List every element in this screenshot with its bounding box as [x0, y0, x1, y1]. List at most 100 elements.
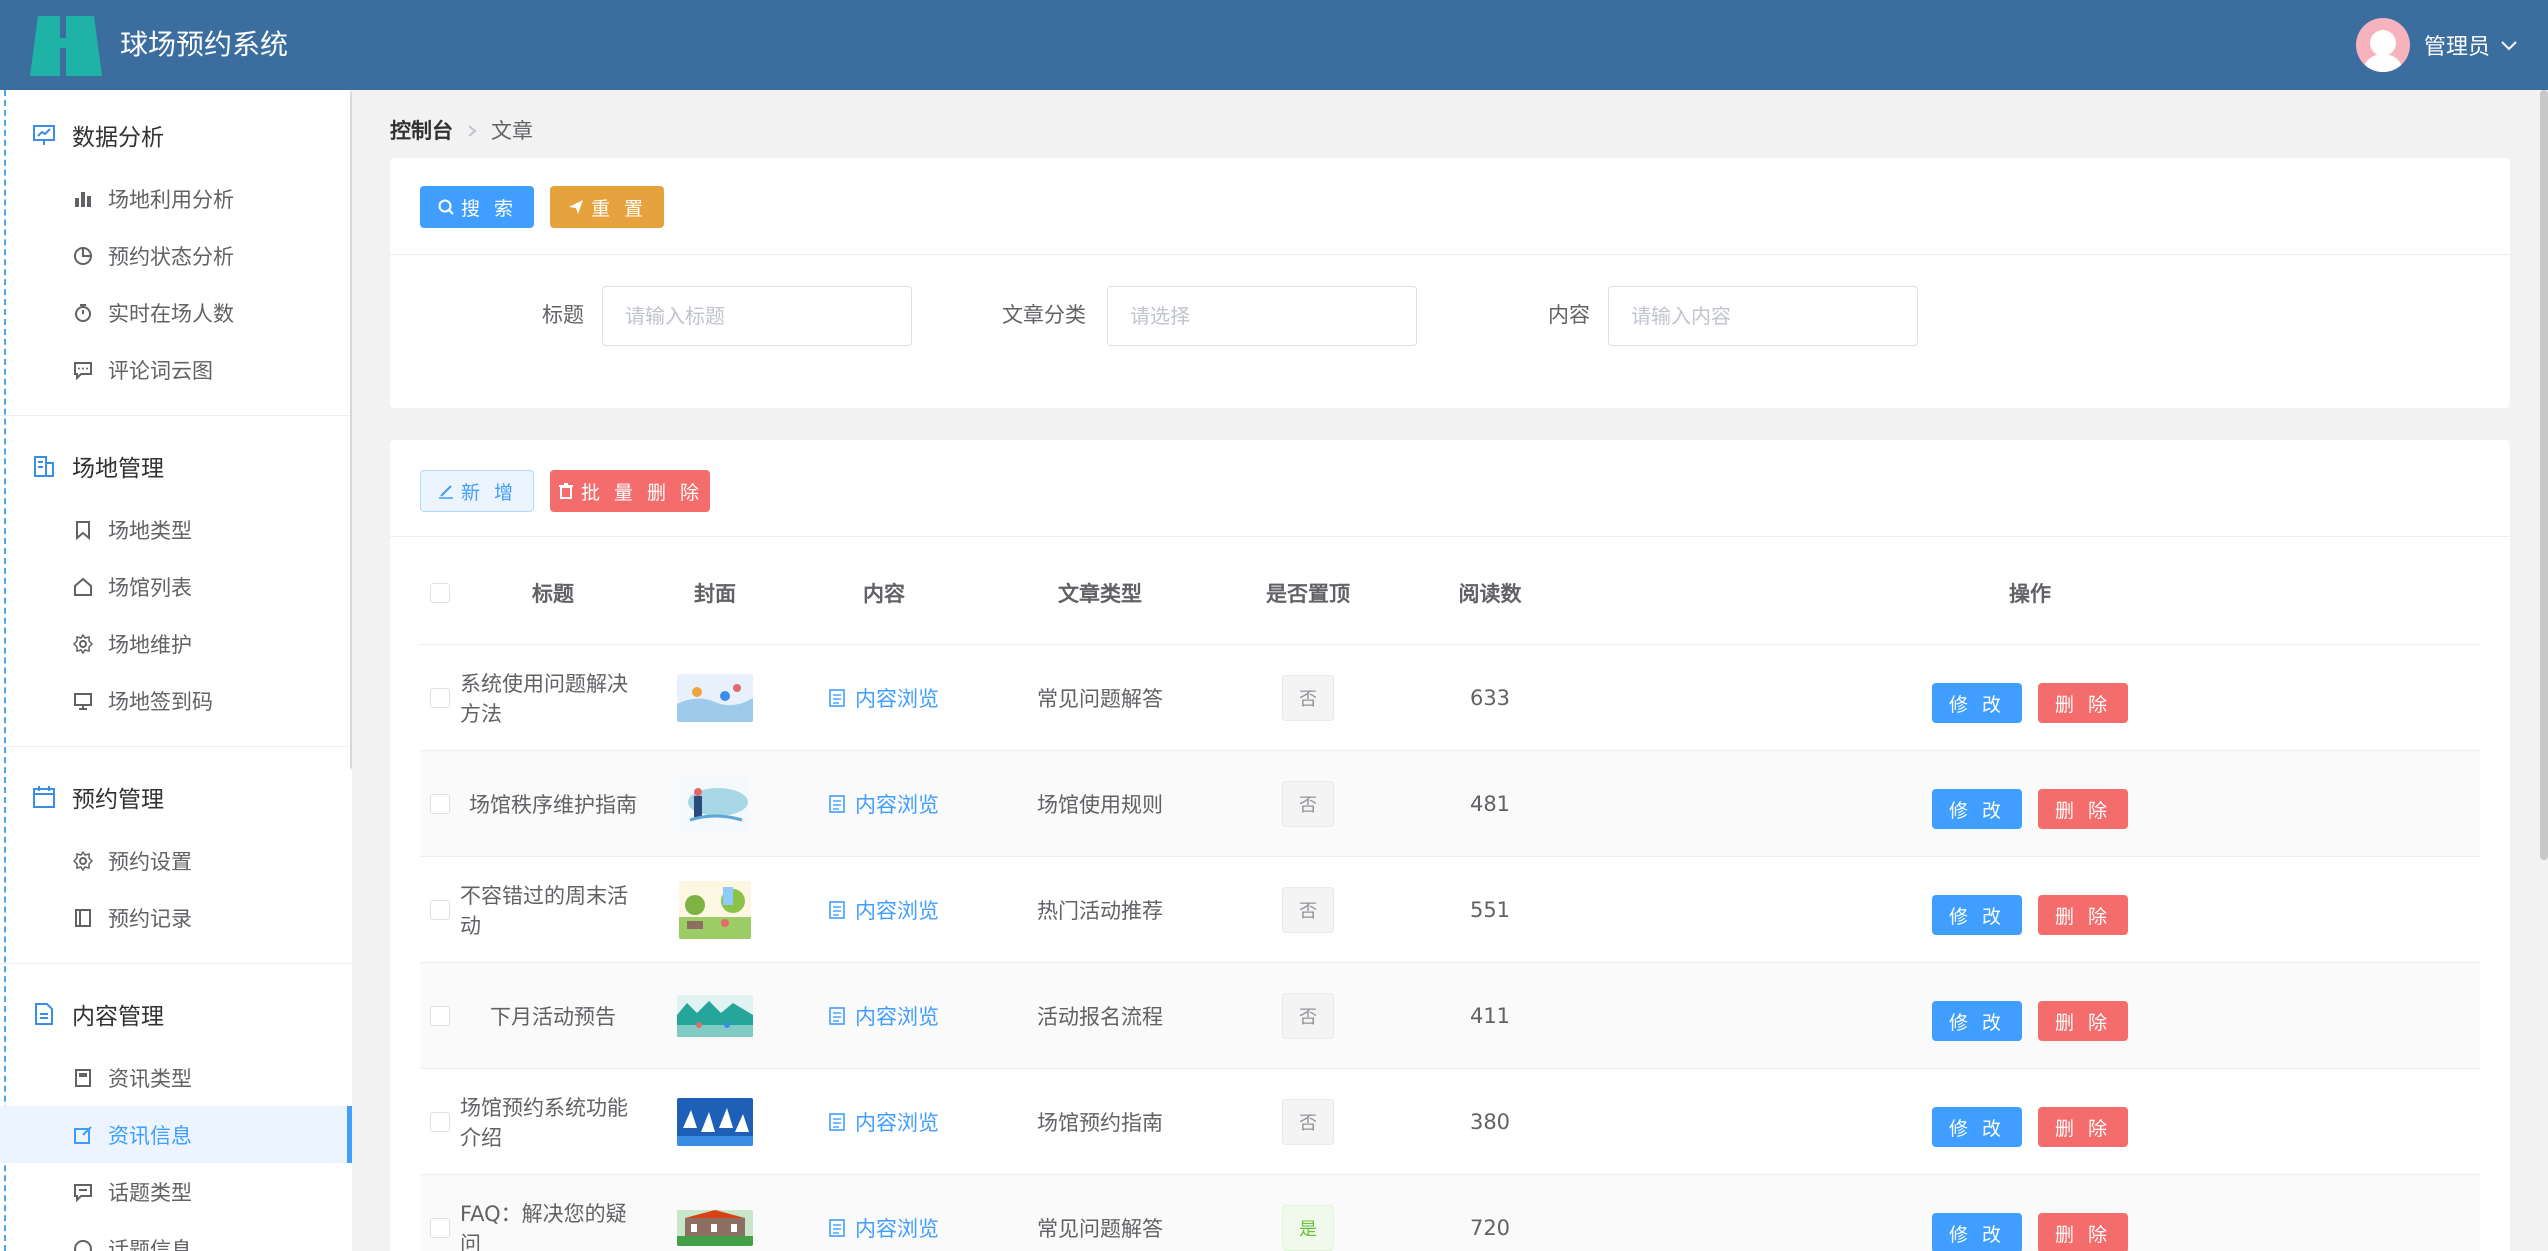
document-icon	[829, 1007, 845, 1025]
cover-image[interactable]	[677, 674, 753, 722]
table-card: 新 增 批 量 删 除 标题 封面 内容 文章类型 是否置顶 阅读数 操作 系统…	[390, 440, 2510, 1251]
reset-button-label: 重 置	[590, 197, 648, 220]
delete-button[interactable]: 删 除	[2038, 683, 2128, 723]
cover-image[interactable]	[680, 776, 750, 832]
batch-delete-button-label: 批 量 删 除	[580, 481, 704, 504]
sidebar-scrollbar[interactable]	[350, 90, 352, 770]
sidebar-item-booking-settings[interactable]: 预约设置	[0, 832, 352, 889]
sidebar-group-title[interactable]: 内容管理	[0, 979, 352, 1049]
content-view-link[interactable]: 内容浏览	[829, 1213, 939, 1243]
user-name[interactable]: 管理员	[2424, 29, 2490, 61]
content-view-link[interactable]: 内容浏览	[829, 1107, 939, 1137]
title-filter-input[interactable]	[602, 286, 912, 346]
sidebar-item-word-cloud[interactable]: 评论词云图	[0, 341, 352, 398]
sidebar-item-realtime-count[interactable]: 实时在场人数	[0, 284, 352, 341]
top-status-badge: 否	[1282, 1099, 1334, 1145]
sidebar-item-booking-records[interactable]: 预约记录	[0, 889, 352, 946]
delete-button[interactable]: 删 除	[2038, 1213, 2128, 1251]
title-filter-label: 标题	[542, 303, 584, 327]
cover-image[interactable]	[679, 881, 751, 939]
sidebar-divider	[0, 746, 352, 747]
row-checkbox[interactable]	[430, 1006, 450, 1026]
select-all-checkbox[interactable]	[430, 582, 450, 603]
top-status-badge: 否	[1282, 887, 1334, 933]
edit-button[interactable]: 修 改	[1932, 895, 2022, 935]
trash-icon	[558, 483, 573, 499]
search-icon	[438, 199, 454, 215]
cell-type: 常见问题解答	[1037, 1217, 1163, 1241]
content-view-link[interactable]: 内容浏览	[829, 683, 939, 713]
table-header: 标题 封面 内容 文章类型 是否置顶 阅读数 操作	[420, 540, 2480, 645]
edit-button[interactable]: 修 改	[1932, 1213, 2022, 1251]
cell-type: 常见问题解答	[1037, 687, 1163, 711]
sidebar-item-label: 场地签到码	[108, 689, 213, 714]
search-button[interactable]: 搜 索	[420, 186, 534, 228]
row-checkbox[interactable]	[430, 688, 450, 708]
content-view-link[interactable]: 内容浏览	[829, 895, 939, 925]
edit-button[interactable]: 修 改	[1932, 683, 2022, 723]
column-header-cover: 封面	[694, 581, 736, 606]
batch-delete-button[interactable]: 批 量 删 除	[550, 470, 710, 512]
sidebar-group-title[interactable]: 预约管理	[0, 762, 352, 832]
sidebar-item-label: 资讯类型	[108, 1066, 192, 1091]
row-checkbox[interactable]	[430, 1112, 450, 1132]
notebook-icon	[72, 907, 94, 929]
sidebar-group-title[interactable]: 数据分析	[0, 100, 352, 170]
row-checkbox[interactable]	[430, 1218, 450, 1238]
chevron-down-icon[interactable]	[2500, 33, 2518, 57]
sidebar-item-label: 场地维护	[108, 632, 192, 657]
send-icon	[568, 200, 583, 214]
sidebar-item-label: 话题信息	[108, 1237, 192, 1251]
cover-image[interactable]	[677, 1098, 753, 1146]
sidebar-item-news-type[interactable]: 资讯类型	[0, 1049, 352, 1106]
monitor-icon	[72, 690, 94, 712]
sidebar-item-venue-maintenance[interactable]: 场地维护	[0, 615, 352, 672]
edit-button[interactable]: 修 改	[1932, 789, 2022, 829]
cell-type: 活动报名流程	[1037, 1005, 1163, 1029]
content-view-link[interactable]: 内容浏览	[829, 789, 939, 819]
document-icon	[829, 689, 845, 707]
breadcrumb-root[interactable]: 控制台	[390, 116, 453, 146]
sidebar-group-title[interactable]: 场地管理	[0, 431, 352, 501]
avatar[interactable]	[2355, 18, 2410, 72]
delete-button[interactable]: 删 除	[2038, 789, 2128, 829]
document-icon	[829, 901, 845, 919]
category-filter-select[interactable]	[1107, 286, 1417, 346]
top-status-badge: 否	[1282, 993, 1334, 1039]
table-row: FAQ：解决您的疑问 内容浏览 常见问题解答 是 720 修 改 删 除	[420, 1175, 2480, 1251]
row-checkbox[interactable]	[430, 900, 450, 920]
edit-button[interactable]: 修 改	[1932, 1107, 2022, 1147]
delete-button[interactable]: 删 除	[2038, 895, 2128, 935]
select-all-cell	[420, 540, 460, 645]
breadcrumb: 控制台 文章	[390, 116, 533, 146]
sidebar-item-venue-type[interactable]: 场地类型	[0, 501, 352, 558]
row-checkbox[interactable]	[430, 794, 450, 814]
sidebar-item-label: 场地类型	[108, 518, 192, 543]
sidebar-item-venue-list[interactable]: 场馆列表	[0, 558, 352, 615]
sidebar-item-topic-info[interactable]: 话题信息	[0, 1220, 352, 1251]
document-icon	[829, 795, 845, 813]
content-filter-input[interactable]	[1608, 286, 1918, 346]
gear-icon	[72, 850, 94, 872]
sidebar-item-booking-status[interactable]: 预约状态分析	[0, 227, 352, 284]
edit-button[interactable]: 修 改	[1932, 1001, 2022, 1041]
add-button[interactable]: 新 增	[420, 470, 534, 512]
reset-button[interactable]: 重 置	[550, 186, 664, 228]
category-filter-label: 文章分类	[1002, 303, 1086, 327]
content-view-label: 内容浏览	[855, 793, 939, 817]
page-scrollbar[interactable]	[2540, 90, 2548, 860]
cover-image[interactable]	[677, 1210, 753, 1246]
delete-button[interactable]: 删 除	[2038, 1107, 2128, 1147]
column-header-title: 标题	[532, 581, 574, 606]
sidebar-item-news-info[interactable]: 资讯信息	[0, 1106, 352, 1163]
cover-image[interactable]	[677, 995, 753, 1037]
sidebar-item-venue-usage[interactable]: 场地利用分析	[0, 170, 352, 227]
content-view-link[interactable]: 内容浏览	[829, 1001, 939, 1031]
sidebar-item-checkin-code[interactable]: 场地签到码	[0, 672, 352, 729]
sidebar-divider	[0, 415, 352, 416]
sidebar-item-topic-type[interactable]: 话题类型	[0, 1163, 352, 1220]
user-menu[interactable]: 管理员	[2355, 18, 2518, 72]
pie-chart-icon	[72, 245, 94, 267]
table-row: 场馆秩序维护指南 内容浏览 场馆使用规则 否 481 修 改 删 除	[420, 751, 2480, 857]
delete-button[interactable]: 删 除	[2038, 1001, 2128, 1041]
